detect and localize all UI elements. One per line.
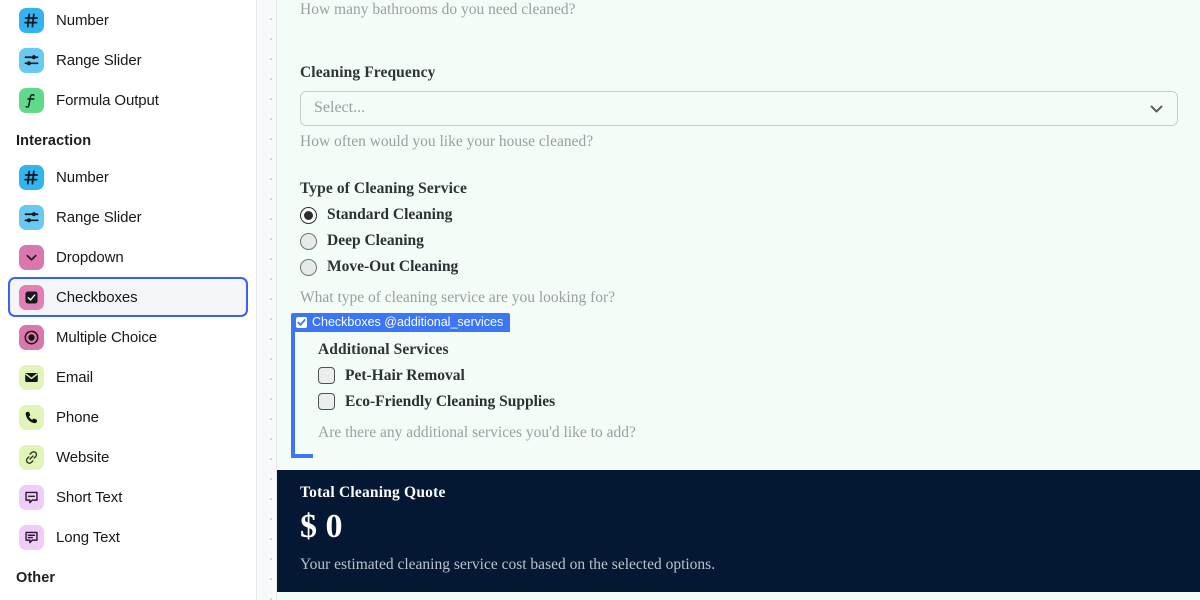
chevron-down-icon (19, 244, 44, 270)
sliders-icon (19, 47, 44, 73)
additional-services-checkbox-group: Pet-Hair Removal Eco-Friendly Cleaning Su… (318, 367, 1178, 411)
sidebar-item-label: Website (56, 448, 110, 466)
radio-icon[interactable] (300, 258, 317, 276)
sidebar-item-label: Number (56, 11, 109, 29)
total-quote-panel: Total Cleaning Quote $ 0 Your estimated … (277, 470, 1200, 593)
selection-tag-additional-services[interactable]: Checkboxes @additional_services (291, 312, 511, 332)
sidebar-item-number[interactable]: Number (8, 157, 248, 197)
sidebar-item-short-text[interactable]: Short Text (8, 477, 248, 517)
sidebar-item-label: Number (56, 168, 109, 186)
service-type-radio-group: Standard Cleaning Deep Cleaning Move-Out C… (300, 206, 1178, 276)
cleaning-frequency-helper: How often would you like your house clea… (300, 132, 594, 150)
sidebar-item-label: Long Text (56, 528, 120, 546)
cleaning-frequency-label: Cleaning Frequency (300, 63, 436, 81)
field-cleaning-frequency: Cleaning Frequency Select... How often w… (300, 64, 1178, 152)
cleaning-frequency-select[interactable]: Select... (300, 90, 1178, 126)
sidebar-item-label: Email (56, 368, 94, 386)
sidebar-group-title: Other (16, 570, 56, 586)
sidebar-item-formula-output[interactable]: Formula Output (8, 80, 248, 120)
radio-option[interactable]: Deep Cleaning (300, 232, 1178, 250)
sidebar-item-label: Dropdown (56, 248, 124, 266)
sidebar-item-label: Multiple Choice (56, 328, 158, 346)
sidebar-item-phone[interactable]: Phone (8, 397, 248, 437)
checkbox-option-label: Pet-Hair Removal (345, 366, 465, 384)
total-quote-title: Total Cleaning Quote (300, 484, 446, 502)
radio-option-label: Move-Out Cleaning (327, 258, 459, 276)
sliders-icon (19, 204, 44, 230)
checkbox-icon[interactable] (318, 393, 335, 411)
checkbox-option[interactable]: Eco-Friendly Cleaning Supplies (318, 393, 1178, 411)
sidebar-item-dropdown[interactable]: Dropdown (8, 237, 248, 277)
checkbox-option-label: Eco-Friendly Cleaning Supplies (345, 392, 556, 410)
form-body: How many bathrooms do you need cleaned? … (277, 0, 1200, 458)
chevron-down-icon (1150, 102, 1163, 115)
service-type-helper: What type of cleaning service are you lo… (300, 289, 616, 307)
field-additional-services[interactable]: Additional Services Pet-Hair Removal Eco-… (291, 331, 1178, 458)
sidebar-item-label: Range Slider (56, 208, 142, 226)
additional-services-helper: Are there any additional services you'd … (318, 423, 636, 441)
sidebar-group-title: Interaction (16, 133, 92, 149)
radio-option-label: Standard Cleaning (327, 206, 453, 224)
long-text-icon (19, 524, 44, 550)
hash-icon (19, 7, 44, 33)
sidebar-list: Number Range Slider Formula Output Interact… (0, 0, 256, 594)
phone-icon (19, 404, 44, 430)
sidebar-item-checkboxes[interactable]: Checkboxes (8, 277, 248, 317)
radio-option-label: Deep Cleaning (327, 232, 424, 250)
radio-icon[interactable] (300, 232, 317, 250)
link-icon (19, 444, 44, 470)
component-sidebar: Number Range Slider Formula Output Interact… (0, 0, 257, 600)
sidebar-item-number[interactable]: Number (8, 0, 248, 40)
service-type-label: Type of Cleaning Service (300, 180, 467, 198)
total-quote-helper: Your estimated cleaning service cost bas… (300, 556, 716, 574)
radio-option[interactable]: Standard Cleaning (300, 206, 1178, 224)
sidebar-item-label: Phone (56, 408, 99, 426)
sidebar-item-range-slider[interactable]: Range Slider (8, 197, 248, 237)
selection-tag-label: Checkboxes @additional_services (312, 315, 504, 330)
checkbox-icon[interactable] (318, 367, 335, 385)
sidebar-item-multiple-choice[interactable]: Multiple Choice (8, 317, 248, 357)
sidebar-item-email[interactable]: Email (8, 357, 248, 397)
canvas-gutter-dots (257, 0, 277, 600)
radio-icon[interactable] (300, 206, 317, 224)
envelope-icon (19, 364, 44, 390)
sidebar-item-range-slider[interactable]: Range Slider (8, 40, 248, 80)
cleaning-frequency-placeholder: Select... (314, 99, 366, 117)
checkbox-icon (296, 316, 307, 328)
checkbox-option[interactable]: Pet-Hair Removal (318, 367, 1178, 385)
bathrooms-helper-text: How many bathrooms do you need cleaned? (300, 1, 576, 18)
short-text-icon (19, 484, 44, 510)
function-icon (19, 87, 44, 113)
radio-icon (19, 324, 44, 350)
sidebar-item-label: Formula Output (56, 91, 159, 109)
checkbox-icon (19, 284, 44, 310)
sidebar-item-website[interactable]: Website (8, 437, 248, 477)
sidebar-item-label: Short Text (56, 488, 123, 506)
radio-option[interactable]: Move-Out Cleaning (300, 258, 1178, 276)
field-service-type: Type of Cleaning Service Standard Cleani… (300, 180, 1178, 308)
total-quote-amount: $ 0 (300, 508, 343, 546)
form-canvas: How many bathrooms do you need cleaned? … (277, 0, 1200, 600)
hash-icon (19, 164, 44, 190)
sidebar-item-label: Range Slider (56, 51, 142, 69)
selected-block-wrapper: Checkboxes @additional_services Addition… (291, 312, 1178, 458)
sidebar-item-long-text[interactable]: Long Text (8, 517, 248, 557)
form-builder-app: Number Range Slider Formula Output Interact… (0, 0, 1200, 600)
additional-services-label: Additional Services (318, 340, 449, 358)
sidebar-item-label: Checkboxes (56, 288, 138, 306)
